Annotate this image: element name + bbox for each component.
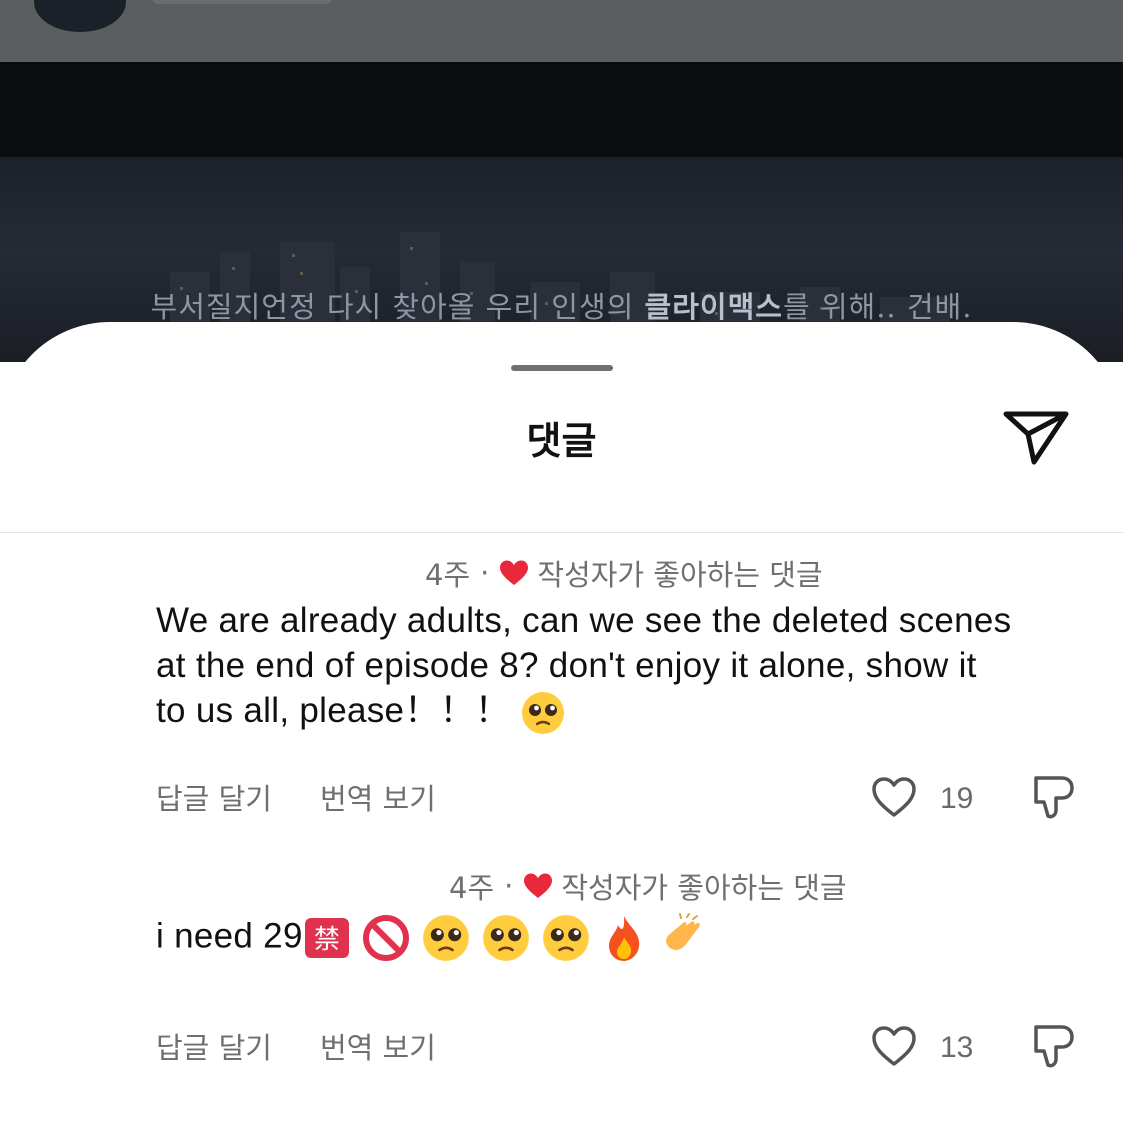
fire-emoji-icon	[608, 916, 640, 961]
clapping-hands-emoji-icon	[666, 913, 700, 950]
translate-button[interactable]: 번역 보기	[320, 776, 436, 818]
subtitle-text-before: 부서질지언정 다시 찾아올 우리 인생의	[150, 290, 645, 324]
creator-liked-heart-icon	[524, 873, 553, 898]
pleading-face-emoji-icon	[522, 691, 565, 734]
creator-liked-label: 작성자가 좋아하는 댓글	[561, 871, 847, 905]
like-count: 19	[940, 782, 974, 815]
comment-text: i need 29	[156, 916, 303, 956]
like-count: 13	[940, 1031, 974, 1064]
subtitle-highlight: 클라이맥스	[644, 290, 783, 324]
reply-button[interactable]: 답글 달기	[156, 776, 272, 818]
like-heart-icon[interactable]	[870, 1024, 918, 1068]
reply-button[interactable]: 답글 달기	[156, 1025, 272, 1067]
creator-liked-label: 작성자가 좋아하는 댓글	[537, 558, 823, 592]
comment-text: We are already adults, can we see the de…	[156, 601, 1012, 730]
comment-actions: 답글 달기 번역 보기	[156, 1025, 436, 1067]
share-button[interactable]	[998, 402, 1074, 474]
meta-separator: ·	[504, 869, 514, 903]
comment-actions: 답글 달기 번역 보기	[156, 776, 436, 818]
comment-body: i need 29 禁	[156, 913, 1016, 963]
dislike-icon[interactable]	[1030, 1021, 1076, 1071]
comments-sheet: 댓글 4주 · 작성자가 좋아하는 댓글 We are already adul…	[0, 322, 1123, 1122]
video-subtitle: 부서질지언정 다시 찾아올 우리 인생의 클라이맥스를 위해.. 건배.	[0, 284, 1123, 326]
avatar[interactable]	[34, 0, 126, 32]
send-icon	[1003, 411, 1069, 465]
forbidden-kanji-emoji-icon: 禁	[304, 918, 349, 958]
svg-text:禁: 禁	[314, 925, 340, 955]
subtitle-text-after: 를 위해.. 건배.	[782, 290, 973, 324]
video-frame[interactable]: 부서질지언정 다시 찾아올 우리 인생의 클라이맥스를 위해.. 건배.	[0, 62, 1123, 362]
no-entry-sign-emoji-icon	[362, 915, 409, 961]
username[interactable]	[152, 0, 332, 4]
comment-body: We are already adults, can we see the de…	[156, 598, 1016, 736]
translate-button[interactable]: 번역 보기	[320, 1025, 436, 1067]
comment-age: 4주	[425, 558, 471, 592]
pleading-face-emoji-icon	[543, 915, 589, 961]
comment-meta: 4주 · 작성자가 좋아하는 댓글	[449, 865, 847, 907]
pleading-face-emoji-icon	[482, 915, 529, 961]
divider	[0, 532, 1123, 533]
profile-header	[0, 0, 1123, 62]
meta-separator: ·	[480, 556, 490, 590]
comment-age: 4주	[449, 871, 495, 905]
sheet-drag-handle[interactable]	[511, 365, 613, 371]
pleading-face-emoji-icon	[422, 915, 469, 961]
creator-liked-heart-icon	[500, 560, 529, 585]
sheet-title: 댓글	[526, 419, 597, 463]
dislike-icon[interactable]	[1030, 772, 1076, 822]
comment-meta: 4주 · 작성자가 좋아하는 댓글	[425, 552, 823, 594]
like-heart-icon[interactable]	[870, 775, 918, 819]
